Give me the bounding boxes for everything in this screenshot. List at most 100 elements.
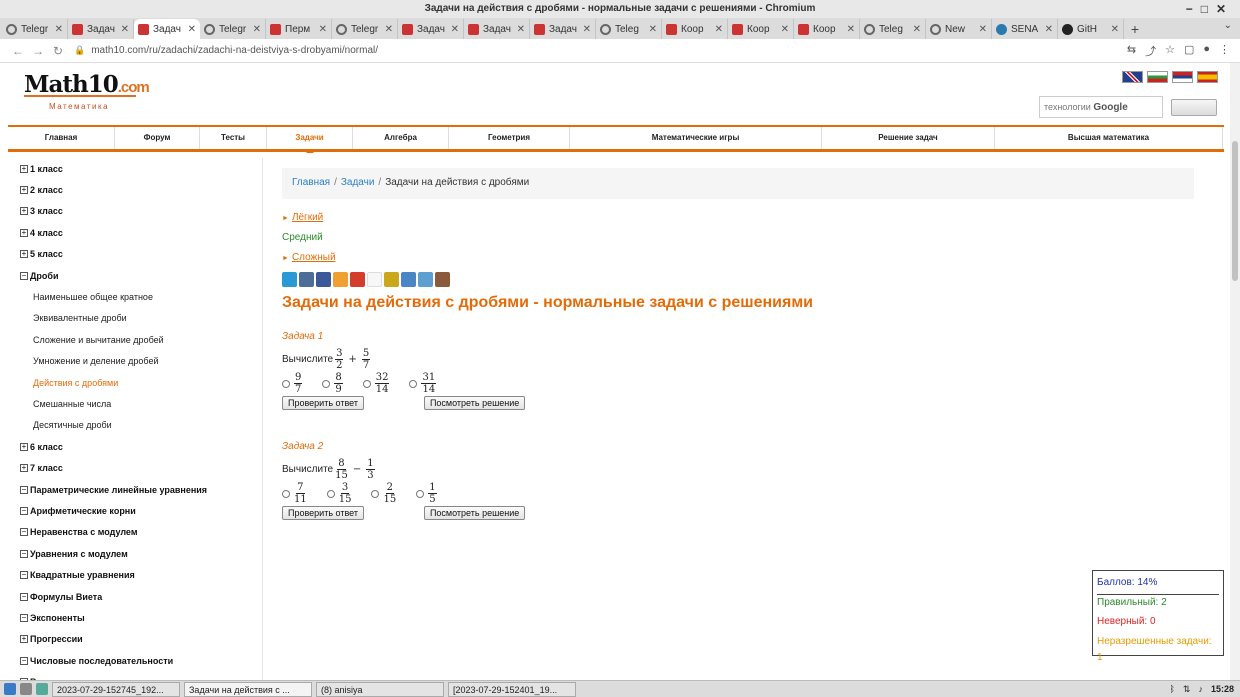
browser-tab[interactable]: Teleg ✕: [596, 19, 662, 39]
sidebar-item[interactable]: − Квадратные уравнения: [8, 564, 262, 585]
expand-icon[interactable]: +: [20, 164, 28, 173]
close-icon[interactable]: ✕: [979, 24, 987, 35]
facebook-icon[interactable]: [316, 272, 331, 287]
collapse-icon[interactable]: −: [20, 485, 28, 494]
nav-item[interactable]: Математические игры: [570, 127, 822, 149]
liveinternet-icon[interactable]: [401, 272, 416, 287]
tab-search-icon[interactable]: ⌄: [1224, 20, 1232, 31]
window-controls[interactable]: −□✕: [1186, 0, 1234, 18]
translate-icon[interactable]: ⇆: [1127, 43, 1136, 59]
sidebar-item[interactable]: − Числовые последовательности: [8, 650, 262, 671]
answer-option[interactable]: 3 15: [326, 482, 354, 505]
taskbar-task[interactable]: 2023-07-29-152745_192...: [52, 681, 180, 697]
collapse-icon[interactable]: −: [20, 506, 28, 515]
browser-tab[interactable]: GitH ✕: [1058, 19, 1124, 39]
browser-tab[interactable]: SENA ✕: [992, 19, 1058, 39]
sidebar-item[interactable]: +7 класс: [8, 457, 262, 478]
mailru-icon[interactable]: [384, 272, 399, 287]
browser-tab[interactable]: Задач ✕: [530, 19, 596, 39]
answer-option[interactable]: 32 14: [362, 372, 392, 395]
browser-tab[interactable]: Telegr ✕: [332, 19, 398, 39]
sidebar-subitem[interactable]: Сложение и вычитание дробей: [8, 329, 262, 350]
browser-tab[interactable]: Коор ✕: [794, 19, 860, 39]
share-icon[interactable]: ⤴: [1145, 43, 1156, 59]
back-icon[interactable]: ←: [8, 44, 28, 58]
taskbar-task[interactable]: [2023-07-29-152401_19...: [448, 681, 576, 697]
moimir-icon[interactable]: [435, 272, 450, 287]
files-icon[interactable]: [36, 683, 48, 695]
collapse-icon[interactable]: −: [20, 528, 28, 537]
browser-tab[interactable]: Перм ✕: [266, 19, 332, 39]
browser-tab[interactable]: Коор ✕: [728, 19, 794, 39]
expand-icon[interactable]: +: [20, 464, 28, 473]
vk-icon[interactable]: [299, 272, 314, 287]
start-menu-icon[interactable]: [4, 683, 16, 695]
close-icon[interactable]: ✕: [715, 24, 723, 35]
profile-icon[interactable]: ●: [1203, 43, 1210, 59]
close-icon[interactable]: ✕: [319, 24, 327, 35]
odnoklassniki-icon[interactable]: [333, 272, 348, 287]
collapse-icon[interactable]: −: [20, 613, 28, 622]
close-icon[interactable]: ✕: [253, 24, 261, 35]
sidebar-item[interactable]: − Экспоненты: [8, 607, 262, 628]
answer-option[interactable]: 15: [416, 482, 438, 505]
volume-icon[interactable]: ♪: [1198, 684, 1203, 694]
level-easy-link[interactable]: Лёгкий: [292, 212, 323, 223]
close-icon[interactable]: ✕: [385, 24, 393, 35]
radio-button[interactable]: [371, 489, 380, 498]
flag-uk-icon[interactable]: [1122, 71, 1143, 83]
sidebar-item[interactable]: − Арифметические корни: [8, 500, 262, 521]
sidebar-item[interactable]: +1 класс: [8, 158, 262, 179]
check-answer-button[interactable]: Проверить ответ: [282, 506, 364, 520]
nav-item[interactable]: Высшая математика: [995, 127, 1223, 149]
nav-item[interactable]: Геометрия: [449, 127, 570, 149]
close-icon[interactable]: ✕: [55, 24, 63, 35]
site-search-input[interactable]: технологии Google: [1039, 96, 1163, 118]
answer-option[interactable]: 7 11: [282, 482, 309, 505]
page-scrollbar[interactable]: [1230, 63, 1240, 680]
address-bar[interactable]: 🔒 math10.com/ru/zadachi/zadachi-na-deist…: [74, 42, 1127, 60]
close-icon[interactable]: ✕: [188, 24, 196, 35]
clock[interactable]: 15:28: [1211, 684, 1234, 694]
radio-button[interactable]: [362, 379, 371, 388]
collapse-icon[interactable]: −: [20, 271, 28, 280]
sidebar-subitem[interactable]: Эквивалентные дроби: [8, 308, 262, 329]
expand-icon[interactable]: +: [20, 228, 28, 237]
sidebar-item[interactable]: − Неравенства с модулем: [8, 522, 262, 543]
reload-icon[interactable]: ↻: [48, 44, 68, 58]
browser-tab[interactable]: Telegr ✕: [2, 19, 68, 39]
close-icon[interactable]: ✕: [583, 24, 591, 35]
browser-tab[interactable]: Задач ✕: [134, 19, 200, 39]
sidebar-subitem[interactable]: Действия с дробями: [8, 372, 262, 393]
sidebar-item[interactable]: +3 класс: [8, 201, 262, 222]
radio-button[interactable]: [416, 489, 425, 498]
check-answer-button[interactable]: Проверить ответ: [282, 396, 364, 410]
answer-option[interactable]: 97: [282, 372, 304, 395]
expand-icon[interactable]: +: [20, 442, 28, 451]
site-logo[interactable]: Math10.com Математика: [24, 71, 150, 116]
collapse-icon[interactable]: −: [20, 656, 28, 665]
expand-icon[interactable]: +: [20, 635, 28, 644]
desktop-icon[interactable]: [20, 683, 32, 695]
scrollbar-thumb[interactable]: [1232, 141, 1238, 281]
network-icon[interactable]: ⇅: [1183, 684, 1191, 695]
twitter-icon[interactable]: [282, 272, 297, 287]
sidebar-item[interactable]: − Формулы Виета: [8, 586, 262, 607]
answer-option[interactable]: 31 14: [409, 372, 438, 395]
google-plus-icon[interactable]: [350, 272, 365, 287]
close-icon[interactable]: ✕: [451, 24, 459, 35]
sidepanel-icon[interactable]: ▢: [1184, 43, 1194, 59]
expand-icon[interactable]: +: [20, 186, 28, 195]
close-icon[interactable]: ✕: [781, 24, 789, 35]
nav-item[interactable]: Тесты: [200, 127, 267, 149]
sidebar-item[interactable]: − Параметрические линейные уравнения: [8, 479, 262, 500]
menu-icon[interactable]: ⋮: [1219, 43, 1230, 59]
browser-tab[interactable]: Telegr ✕: [200, 19, 266, 39]
close-icon[interactable]: ✕: [1111, 24, 1119, 35]
nav-item[interactable]: Задачи: [267, 127, 353, 153]
browser-tab[interactable]: Задач ✕: [68, 19, 134, 39]
flag-es-icon[interactable]: [1197, 71, 1218, 83]
close-icon[interactable]: ✕: [847, 24, 855, 35]
flag-rs-icon[interactable]: [1172, 71, 1193, 83]
breadcrumb-home[interactable]: Главная: [292, 177, 330, 188]
